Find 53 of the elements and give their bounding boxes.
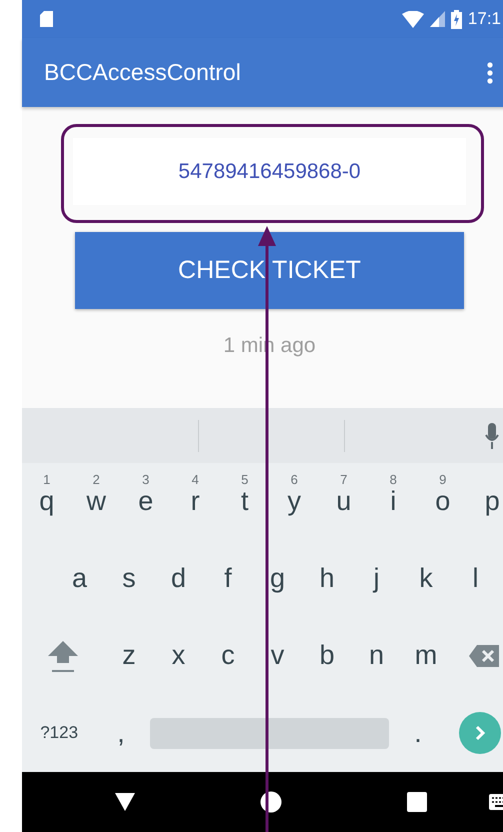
- keyboard-key[interactable]: m: [401, 617, 451, 694]
- keyboard-key[interactable]: e 3: [121, 463, 170, 540]
- keyboard-key[interactable]: ,: [96, 694, 146, 772]
- key-hint: 1: [43, 472, 50, 487]
- key-hint: 4: [192, 472, 199, 487]
- key-hint: 3: [142, 472, 150, 487]
- check-ticket-button[interactable]: CHECK TICKET: [75, 232, 464, 309]
- key-hint: 8: [390, 472, 397, 487]
- keyboard-key[interactable]: r 4: [170, 463, 220, 540]
- keyboard-key[interactable]: c: [203, 617, 253, 694]
- key-hint: 9: [439, 472, 446, 487]
- microphone-icon[interactable]: [485, 422, 499, 448]
- keyboard-key[interactable]: .: [393, 694, 443, 772]
- battery-icon: [450, 10, 462, 28]
- keyboard-key[interactable]: o 9: [418, 463, 468, 540]
- keyboard-key[interactable]: w 2: [72, 463, 121, 540]
- sd-card-icon: [40, 11, 53, 27]
- keyboard-key[interactable]: j: [352, 540, 402, 617]
- keyboard-key[interactable]: l: [450, 540, 500, 617]
- enter-button[interactable]: [458, 712, 501, 754]
- keyboard-key[interactable]: h: [302, 540, 352, 617]
- keyboard-key[interactable]: q 1: [22, 463, 72, 540]
- shift-icon[interactable]: [47, 638, 80, 672]
- keyboard-key[interactable]: p: [468, 463, 503, 540]
- signal-icon: [430, 11, 445, 27]
- back-icon[interactable]: [114, 792, 136, 812]
- key-hint: 6: [290, 472, 298, 487]
- menu-icon[interactable]: [487, 62, 493, 84]
- wifi-icon: [402, 10, 424, 28]
- keyboard-key[interactable]: s: [104, 540, 154, 617]
- keyboard-key[interactable]: n: [352, 617, 402, 694]
- keyboard-key[interactable]: u 7: [319, 463, 368, 540]
- keyboard-key[interactable]: i 8: [368, 463, 418, 540]
- backspace-icon[interactable]: [468, 644, 500, 668]
- key-hint: 5: [241, 472, 248, 487]
- home-icon[interactable]: [260, 791, 282, 813]
- keyboard-key[interactable]: k: [401, 540, 451, 617]
- status-time: 17:1: [468, 9, 501, 29]
- keyboard-key[interactable]: f: [203, 540, 253, 617]
- keyboard-key[interactable]: y 6: [270, 463, 319, 540]
- keyboard-key[interactable]: a: [54, 540, 104, 617]
- key-hint: 2: [92, 472, 100, 487]
- symbols-key[interactable]: ?123: [22, 694, 96, 772]
- keyboard-key[interactable]: d: [154, 540, 204, 617]
- app-title: BCCAccessControl: [44, 59, 241, 86]
- keyboard-key[interactable]: t 5: [220, 463, 270, 540]
- keyboard-key[interactable]: g: [252, 540, 302, 617]
- key-hint: 7: [340, 472, 348, 487]
- keyboard-key[interactable]: b: [302, 617, 352, 694]
- keyboard-key[interactable]: x: [154, 617, 204, 694]
- keyboard-key[interactable]: v: [252, 617, 302, 694]
- keyboard-key[interactable]: z: [104, 617, 154, 694]
- ticket-field[interactable]: 54789416459868-0: [73, 138, 466, 205]
